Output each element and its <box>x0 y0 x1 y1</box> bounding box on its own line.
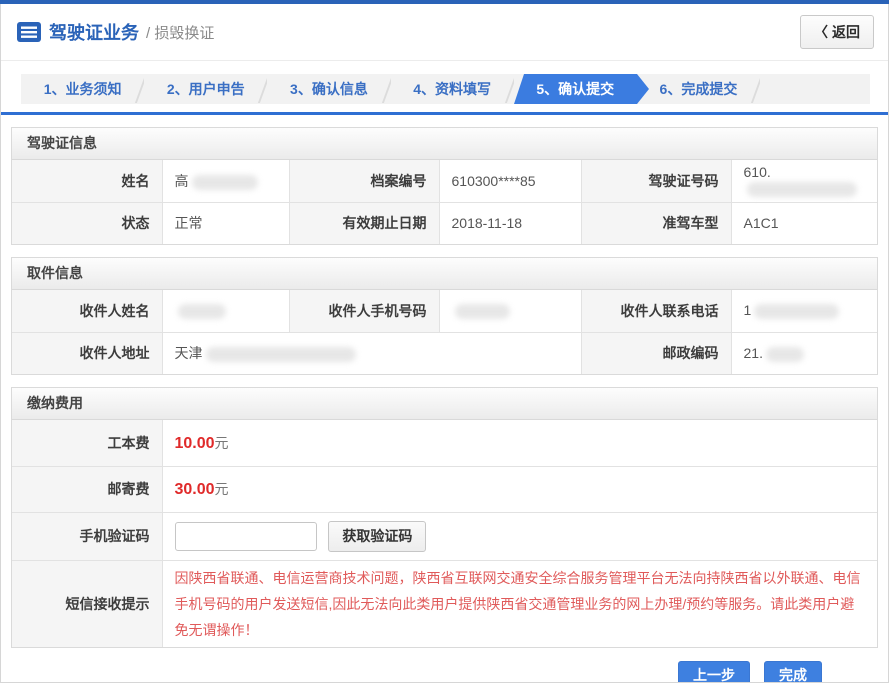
fees-table: 工本费 10.00元 邮寄费 30.00元 手机验证码 获取验证码 短信接收提示… <box>12 420 877 647</box>
license-number-label: 驾驶证号码 <box>581 160 731 202</box>
step-tab-1: 1、业务须知 <box>21 74 144 104</box>
footer-actions: 上一步 完成 <box>1 648 888 683</box>
step-tab-3: 3、确认信息 <box>267 74 390 104</box>
table-row: 收件人姓名 收件人手机号码 收件人联系电话 1 <box>12 290 877 332</box>
postage-fee-value: 30.00元 <box>162 466 877 512</box>
recipient-mobile-value <box>439 290 581 332</box>
recipient-address-value: 天津 <box>162 332 581 374</box>
chevron-left-icon: 〈 <box>814 25 828 39</box>
previous-step-button[interactable]: 上一步 <box>678 661 750 683</box>
pickup-info-table: 收件人姓名 收件人手机号码 收件人联系电话 1 收件人地址 天津 邮政编码 21… <box>12 290 877 374</box>
fee-unit: 元 <box>215 435 229 451</box>
page-title: 驾驶证业务 <box>49 19 139 45</box>
recipient-name-label: 收件人姓名 <box>12 290 162 332</box>
file-number-label: 档案编号 <box>289 160 439 202</box>
redacted-recipient-tel <box>754 304 839 319</box>
table-row: 姓名 高 档案编号 610300****85 驾驶证号码 610. <box>12 160 877 202</box>
license-info-table: 姓名 高 档案编号 610300****85 驾驶证号码 610. 状态 正常 … <box>12 160 877 244</box>
finish-button[interactable]: 完成 <box>764 661 822 683</box>
postal-code-text: 21. <box>744 345 763 361</box>
table-row: 工本费 10.00元 <box>12 420 877 466</box>
back-button-label: 返回 <box>832 22 860 42</box>
redacted-recipient-name <box>178 304 226 319</box>
sms-notice-text: 因陕西省联通、电信运营商技术问题，陕西省互联网交通安全综合服务管理平台无法向持陕… <box>175 561 878 647</box>
step-tab-4: 4、资料填写 <box>391 74 514 104</box>
table-row: 收件人地址 天津 邮政编码 21. <box>12 332 877 374</box>
fees-section: 缴纳费用 工本费 10.00元 邮寄费 30.00元 手机验证码 获取验证码 短… <box>11 387 878 648</box>
fees-title: 缴纳费用 <box>12 388 877 420</box>
recipient-address-label: 收件人地址 <box>12 332 162 374</box>
name-value-text: 高 <box>175 173 189 189</box>
recipient-name-value <box>162 290 289 332</box>
step-tab-6: 6、完成提交 <box>637 74 760 104</box>
vehicle-class-value: A1C1 <box>731 202 877 244</box>
get-sms-code-button[interactable]: 获取验证码 <box>328 521 426 552</box>
step-tab-5-active: 5、确认提交 <box>514 74 637 104</box>
expiry-date-value: 2018-11-18 <box>439 202 581 244</box>
step-bar-filler <box>760 74 870 104</box>
postal-code-value: 21. <box>731 332 877 374</box>
production-fee-amount: 10.00 <box>175 435 215 452</box>
expiry-date-label: 有效期止日期 <box>289 202 439 244</box>
sms-code-label: 手机验证码 <box>12 512 162 560</box>
redacted-postal-code <box>766 347 804 362</box>
redacted-recipient-mobile <box>455 304 510 319</box>
license-form-icon <box>17 22 41 42</box>
sms-notice-label: 短信接收提示 <box>12 560 162 647</box>
status-label: 状态 <box>12 202 162 244</box>
status-value: 正常 <box>162 202 289 244</box>
sms-code-input[interactable] <box>175 522 317 551</box>
sms-code-cell: 获取验证码 <box>162 512 877 560</box>
postal-code-label: 邮政编码 <box>581 332 731 374</box>
step-wizard: 1、业务须知 2、用户申告 3、确认信息 4、资料填写 5、确认提交 6、完成提… <box>21 74 870 104</box>
postage-fee-label: 邮寄费 <box>12 466 162 512</box>
page-subtitle: / 损毁换证 <box>146 22 214 43</box>
production-fee-label: 工本费 <box>12 420 162 466</box>
redacted-name <box>192 175 258 190</box>
step-wizard-underline <box>1 112 888 115</box>
recipient-tel-text: 1 <box>744 302 752 318</box>
table-row: 短信接收提示 因陕西省联通、电信运营商技术问题，陕西省互联网交通安全综合服务管理… <box>12 560 877 647</box>
table-row: 状态 正常 有效期止日期 2018-11-18 准驾车型 A1C1 <box>12 202 877 244</box>
recipient-mobile-label: 收件人手机号码 <box>289 290 439 332</box>
vehicle-class-label: 准驾车型 <box>581 202 731 244</box>
header: 驾驶证业务 / 损毁换证 〈 返回 <box>1 4 888 61</box>
license-info-section: 驾驶证信息 姓名 高 档案编号 610300****85 驾驶证号码 610. … <box>11 127 878 245</box>
fee-unit: 元 <box>215 481 229 497</box>
table-row: 邮寄费 30.00元 <box>12 466 877 512</box>
license-number-text: 610. <box>744 164 771 180</box>
production-fee-value: 10.00元 <box>162 420 877 466</box>
recipient-tel-label: 收件人联系电话 <box>581 290 731 332</box>
sms-notice-cell: 因陕西省联通、电信运营商技术问题，陕西省互联网交通安全综合服务管理平台无法向持陕… <box>162 560 877 647</box>
license-number-value: 610. <box>731 160 877 202</box>
recipient-tel-value: 1 <box>731 290 877 332</box>
page-frame: 驾驶证业务 / 损毁换证 〈 返回 1、业务须知 2、用户申告 3、确认信息 4… <box>0 4 889 683</box>
pickup-info-section: 取件信息 收件人姓名 收件人手机号码 收件人联系电话 1 收件人地址 天津 邮政… <box>11 257 878 375</box>
file-number-value: 610300****85 <box>439 160 581 202</box>
table-row: 手机验证码 获取验证码 <box>12 512 877 560</box>
name-value: 高 <box>162 160 289 202</box>
step-tab-2: 2、用户申告 <box>144 74 267 104</box>
license-info-title: 驾驶证信息 <box>12 128 877 160</box>
pickup-info-title: 取件信息 <box>12 258 877 290</box>
breadcrumb: 驾驶证业务 / 损毁换证 <box>17 19 214 45</box>
step-tab-5-label: 5、确认提交 <box>536 79 614 99</box>
active-step-arrow-icon <box>637 74 649 104</box>
redacted-recipient-address <box>206 347 356 362</box>
redacted-license-number <box>747 182 857 197</box>
recipient-address-text: 天津 <box>175 345 203 361</box>
back-button[interactable]: 〈 返回 <box>800 15 874 49</box>
name-label: 姓名 <box>12 160 162 202</box>
postage-fee-amount: 30.00 <box>175 481 215 498</box>
